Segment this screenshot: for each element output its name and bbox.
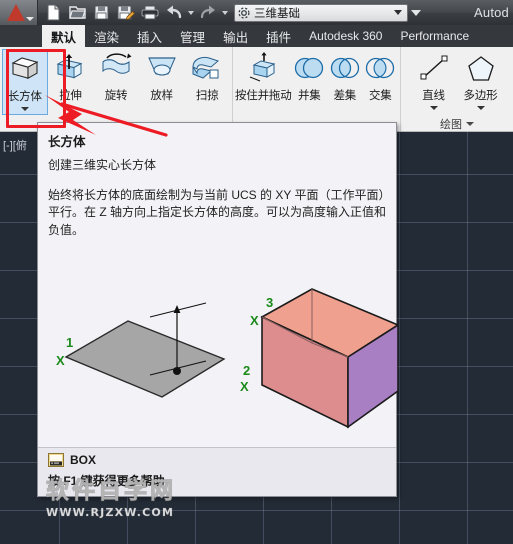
- window-title: Autod: [474, 5, 509, 20]
- workspace-selector[interactable]: 三维基础: [234, 3, 408, 22]
- sweep-icon: [192, 56, 220, 79]
- command-name: BOX: [70, 453, 97, 467]
- tool-loft[interactable]: 放样: [139, 49, 185, 115]
- title-bar: 三维基础 Autod: [0, 0, 513, 25]
- chevron-down-icon[interactable]: [466, 121, 474, 126]
- tool-line[interactable]: 直线: [410, 49, 457, 115]
- autocad-window: 三维基础 Autod 默认 渲染 插入 管理 输出 插件 Autodesk 36…: [0, 0, 513, 544]
- tooltip-description-line3: 负值。: [48, 222, 85, 237]
- tool-sweep[interactable]: 扫掠: [184, 49, 230, 115]
- tooltip-subtitle: 创建三维实心长方体: [48, 158, 157, 172]
- workspace-value: 三维基础: [254, 7, 300, 20]
- tool-revolve[interactable]: 旋转: [93, 49, 139, 115]
- tool-polygon[interactable]: 多边形: [457, 49, 504, 115]
- line-icon: [420, 55, 447, 80]
- tool-extrude[interactable]: 拉伸: [48, 49, 94, 115]
- tool-subtract[interactable]: 差集: [327, 49, 363, 115]
- save-file-icon[interactable]: [90, 2, 113, 23]
- intersect-icon: [366, 57, 395, 79]
- tooltip-footer: BOX 按 F1 键获得更多帮助: [38, 447, 396, 496]
- tool-label: 旋转: [104, 90, 128, 102]
- marker-x-1: X: [56, 353, 65, 368]
- tool-intersect[interactable]: 交集: [363, 49, 399, 115]
- quick-access-overflow-icon[interactable]: [409, 2, 423, 23]
- tab-default[interactable]: 默认: [42, 25, 86, 47]
- ribbon-panel-edit: 按住并拖动 并集 差集 交集: [233, 47, 401, 131]
- tab-render[interactable]: 渲染: [85, 25, 128, 47]
- application-menu-button[interactable]: [0, 0, 38, 25]
- tab-plugins[interactable]: 插件: [257, 25, 300, 47]
- loft-icon: [147, 57, 176, 76]
- tool-label: 并集: [297, 90, 321, 102]
- ribbon-panels: 长方体 拉伸 旋转 放样 扫掠 按住并拖动 并集 差集 交集 直线 多边形 绘图: [0, 47, 513, 132]
- presspull-icon: [250, 52, 276, 82]
- autocad-logo-icon: [6, 4, 25, 21]
- panel-title-text: 绘图: [440, 118, 462, 131]
- viewport-label[interactable]: [-][俯: [3, 137, 27, 153]
- panel-title-draw: 绘图: [401, 116, 513, 131]
- ribbon-tab-strip: 默认 渲染 插入 管理 输出 插件 Autodesk 360 Performan…: [0, 25, 513, 47]
- tooltip-title: 长方体: [48, 135, 86, 149]
- tooltip-description-line2: 平行。在 Z 轴方向上指定长方体的高度。可以为高度输入正值和: [48, 205, 387, 220]
- marker-label-1: 1: [66, 335, 73, 350]
- redo-icon[interactable]: [196, 2, 219, 23]
- polygon-icon: [467, 56, 494, 81]
- tool-label: 扫掠: [195, 90, 219, 102]
- subtract-icon: [330, 57, 359, 79]
- box-icon: [11, 57, 39, 80]
- extrude-icon: [57, 54, 83, 79]
- tooltip-help-hint: 按 F1 键获得更多帮助: [48, 474, 165, 488]
- command-line-icon: [48, 453, 64, 467]
- gear-icon: [238, 6, 250, 19]
- tooltip-illustration: X 1 X 2 X 3 软件自学网 WWW.RJZXW.COM: [38, 239, 398, 519]
- tooltip-command: BOX: [48, 453, 386, 467]
- tool-union[interactable]: 并集: [292, 49, 328, 115]
- chevron-down-icon[interactable]: [20, 107, 29, 111]
- tool-label: 直线: [422, 90, 445, 102]
- tab-output[interactable]: 输出: [214, 25, 257, 47]
- tool-presspull[interactable]: 按住并拖动: [235, 49, 292, 115]
- tooltip-description-line1: 始终将长方体的底面绘制为与当前 UCS 的 XY 平面（工作平面）: [48, 188, 391, 202]
- print-icon[interactable]: [138, 2, 161, 23]
- tool-label: 拉伸: [59, 90, 82, 102]
- tool-label: 多边形: [463, 90, 498, 102]
- tab-insert[interactable]: 插入: [128, 25, 171, 47]
- union-icon: [295, 57, 324, 79]
- marker-label-2: 2: [243, 363, 250, 378]
- chevron-down-icon[interactable]: [394, 10, 402, 15]
- chevron-down-icon[interactable]: [26, 17, 34, 21]
- tool-box[interactable]: 长方体: [2, 49, 48, 115]
- tab-autodesk-360[interactable]: Autodesk 360: [300, 25, 391, 47]
- undo-icon[interactable]: [162, 2, 185, 23]
- save-as-file-icon[interactable]: [114, 2, 137, 23]
- chevron-down-icon[interactable]: [476, 106, 485, 110]
- tooltip-panel: 长方体 创建三维实心长方体 始终将长方体的底面绘制为与当前 UCS 的 XY 平…: [37, 122, 398, 519]
- tool-label: 长方体: [7, 91, 42, 103]
- marker-label-3: 3: [266, 295, 273, 310]
- marker-x-2: X: [240, 379, 249, 394]
- tool-label: 放样: [150, 90, 173, 102]
- redo-dropdown-icon[interactable]: [220, 2, 229, 23]
- open-file-icon[interactable]: [66, 2, 89, 23]
- tab-manage[interactable]: 管理: [171, 25, 214, 47]
- revolve-icon: [102, 53, 132, 74]
- tool-label: 交集: [368, 90, 392, 102]
- ribbon-panel-solid: 长方体 拉伸 旋转 放样 扫掠: [0, 47, 233, 131]
- chevron-down-icon[interactable]: [429, 106, 438, 110]
- tab-performance[interactable]: Performance: [391, 25, 478, 47]
- ribbon-panel-draw: 直线 多边形 绘图: [401, 47, 513, 131]
- undo-dropdown-icon[interactable]: [186, 2, 195, 23]
- tool-label: 差集: [333, 90, 357, 102]
- marker-x-3: X: [250, 313, 259, 328]
- quick-access-toolbar: 三维基础: [38, 2, 423, 23]
- box-diagram: X 1 X 2 X 3: [56, 288, 398, 429]
- tooltip-description: 始终将长方体的底面绘制为与当前 UCS 的 XY 平面（工作平面） 平行。在 Z…: [38, 173, 396, 239]
- tool-label: 按住并拖动: [235, 90, 292, 102]
- new-file-icon[interactable]: [42, 2, 65, 23]
